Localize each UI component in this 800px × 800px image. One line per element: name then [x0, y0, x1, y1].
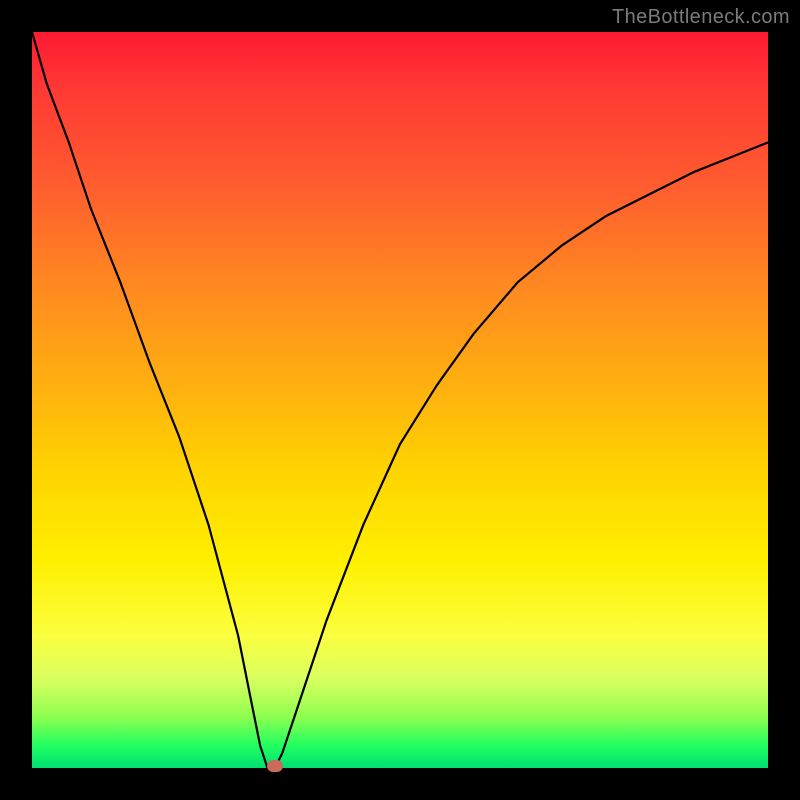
watermark-text: TheBottleneck.com — [612, 6, 790, 29]
chart-frame: TheBottleneck.com — [0, 0, 800, 800]
curve-line — [32, 32, 768, 768]
plot-area — [32, 32, 768, 768]
optimal-point-marker — [267, 760, 283, 772]
bottleneck-curve — [32, 32, 768, 768]
